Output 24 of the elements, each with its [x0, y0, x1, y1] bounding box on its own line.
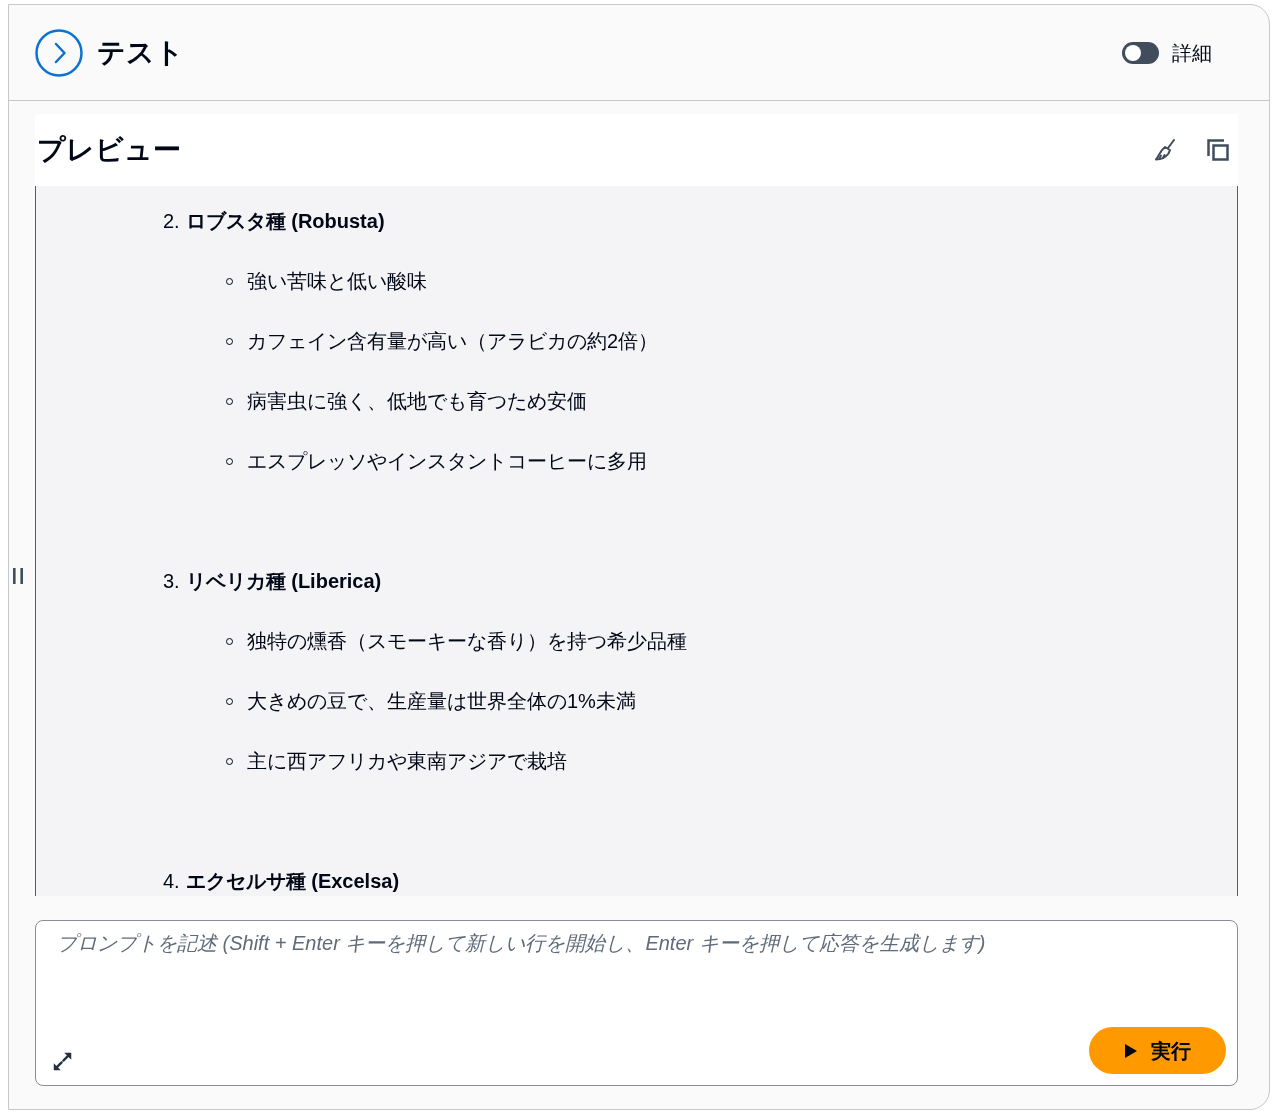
list-text: 強い苦味と低い酸味 [247, 269, 427, 293]
copy-icon[interactable] [1206, 138, 1230, 162]
chevron-circle-icon[interactable] [35, 28, 83, 77]
drag-handle-icon[interactable] [13, 568, 23, 584]
panel-title: テスト [97, 35, 184, 70]
preview-title: プレビュー [37, 133, 181, 167]
item-title: リベリカ種 (Liberica) [185, 569, 382, 593]
list-number: 3. [163, 569, 180, 593]
expand-icon[interactable] [52, 1051, 73, 1072]
play-icon [1124, 1043, 1137, 1058]
list-number: 4. [163, 869, 180, 893]
list-text: エスプレッソやインスタントコーヒーに多用 [247, 449, 647, 473]
list-text: 独特の燻香（スモーキーな香り）を持つ希少品種 [247, 629, 687, 653]
run-button[interactable]: 実行 [1089, 1027, 1226, 1074]
brush-icon[interactable] [1153, 138, 1177, 162]
list-text: カフェイン含有量が高い（アラビカの約2倍） [247, 329, 659, 353]
list-text: 主に西アフリカや東南アジアで栽培 [247, 749, 567, 773]
toggle-switch[interactable] [1122, 41, 1159, 64]
item-title: ロブスタ種 (Robusta) [185, 209, 385, 233]
list-number: 2. [163, 209, 180, 233]
toggle-label: 詳細 [1172, 40, 1212, 66]
item-title: エクセルサ種 (Excelsa) [185, 869, 400, 893]
list-text: 大きめの豆で、生産量は世界全体の1%未満 [247, 689, 636, 713]
list-text: 病害虫に強く、低地でも育つため安価 [247, 389, 587, 413]
